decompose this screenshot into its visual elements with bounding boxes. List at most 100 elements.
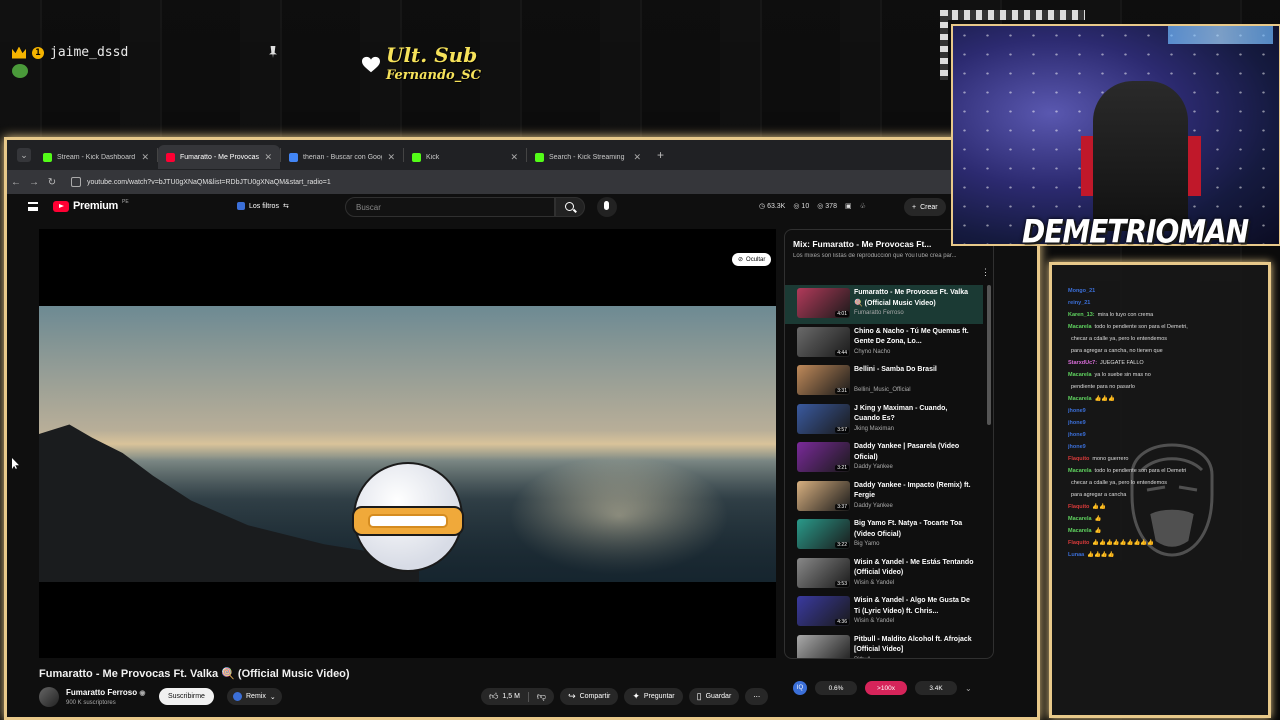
filters-button[interactable]: Los filtros ⇆ bbox=[237, 202, 289, 210]
chat-username[interactable]: jhone9 bbox=[1068, 408, 1086, 414]
playlist-duration: 4:44 bbox=[835, 349, 849, 356]
playlist-thumbnail: 3:31 bbox=[797, 365, 850, 395]
chat-username[interactable]: Flaquito bbox=[1068, 540, 1089, 546]
thumbs-down-icon[interactable]: 👎︎ bbox=[537, 691, 546, 702]
back-button[interactable]: ← bbox=[7, 177, 25, 188]
playlist-item-artist: Wisin & Yandel bbox=[854, 618, 895, 624]
playlist-item[interactable]: 4:36 Wisin & Yandel - Algo Me Gusta De Ti… bbox=[785, 593, 983, 632]
video-title: Fumaratto - Me Provocas Ft. Valka 🍭 (Off… bbox=[39, 668, 350, 680]
chat-username[interactable]: Karen_13: bbox=[1068, 312, 1095, 318]
playlist-item[interactable]: 4:44 Chino & Nacho - Tú Me Quemas ft. Gen… bbox=[785, 324, 983, 363]
playlist-items: 4:01 Fumaratto - Me Provocas Ft. Valka 🍭 … bbox=[785, 285, 985, 659]
ask-label: Preguntar bbox=[643, 693, 675, 700]
chat-username[interactable]: reiny_21 bbox=[1068, 300, 1090, 306]
search-icon[interactable] bbox=[555, 197, 585, 217]
playlist-item-title: Pitbull - Maldito Alcohol ft. Afrojack [… bbox=[854, 635, 972, 654]
chat-username[interactable]: Macarela bbox=[1068, 468, 1092, 474]
tab-close-icon[interactable]: ✕ bbox=[633, 152, 641, 163]
chat-username[interactable]: Flaquito bbox=[1068, 456, 1089, 462]
chat-username[interactable]: Macarela bbox=[1068, 396, 1092, 402]
playlist-item-artist: Pitbull bbox=[854, 657, 870, 659]
tab-search-button[interactable]: ⌄ bbox=[17, 148, 31, 162]
tab-close-icon[interactable]: ✕ bbox=[510, 152, 518, 163]
playlist-item[interactable]: 3:57 J King y Maximan - Cuando, Cuando Es… bbox=[785, 401, 983, 440]
footer-stat-3: 3.4K bbox=[915, 681, 957, 695]
channel-subscribers: 900 K suscriptores bbox=[66, 700, 116, 706]
chat-message: jhone9 bbox=[1068, 431, 1268, 439]
browser-tab[interactable]: therian - Buscar con Google ✕ bbox=[281, 145, 403, 169]
chat-username[interactable]: StarxdUc7: bbox=[1068, 360, 1097, 366]
chat-username[interactable]: jhone9 bbox=[1068, 432, 1086, 438]
chat-username[interactable]: Flaquito bbox=[1068, 504, 1089, 510]
channel-avatar[interactable] bbox=[39, 687, 59, 707]
microphone-icon[interactable] bbox=[597, 197, 617, 217]
forward-button[interactable]: → bbox=[25, 177, 43, 188]
reload-button[interactable]: ↻ bbox=[43, 177, 61, 188]
tab-close-icon[interactable]: ✕ bbox=[141, 152, 149, 163]
chat-text: mira lo tuyo con crema bbox=[1097, 312, 1154, 318]
tab-label: therian - Buscar con Google bbox=[303, 153, 383, 161]
chat-text: para agregar a cancha bbox=[1071, 492, 1127, 498]
url-field[interactable]: youtube.com/watch?v=bJTU0gXNaQM&list=RDb… bbox=[71, 177, 978, 187]
video-actions: 👍︎ 1,5 M 👎︎ ↪ Compartir ✦ Preguntar ▯ Gu… bbox=[481, 688, 769, 705]
playlist-thumbnail: 4:36 bbox=[797, 596, 850, 626]
hide-button[interactable]: ⊘ Ocultar bbox=[732, 253, 772, 266]
save-label: Guardar bbox=[705, 693, 732, 700]
playlist-item[interactable]: 3:53 Wisin & Yandel - Me Estás Tentando (… bbox=[785, 555, 983, 594]
tab-favicon-icon bbox=[43, 152, 52, 162]
chat-message: Mongo_21 bbox=[1068, 287, 1268, 295]
youtube-logo[interactable]: Premium PE bbox=[53, 199, 129, 212]
chat-username[interactable]: Mongo_21 bbox=[1068, 288, 1095, 294]
remix-button[interactable]: Remix ⌄ bbox=[227, 688, 282, 705]
search-input[interactable]: Buscar bbox=[345, 197, 555, 217]
chat-username[interactable]: Macarela bbox=[1068, 324, 1092, 330]
browser-tab[interactable]: Fumaratto - Me Provocas F ✕ bbox=[158, 145, 280, 169]
chat-message: jhone9 bbox=[1068, 407, 1268, 415]
browser-tab[interactable]: Stream - Kick Dashboard ✕ bbox=[35, 145, 157, 169]
playlist-item[interactable]: 3:22 Big Yamo Ft. Natya - Tocarte Toa (Vi… bbox=[785, 516, 983, 555]
chat-text: pendiente para no pasarlo bbox=[1071, 384, 1135, 390]
save-button[interactable]: ▯ Guardar bbox=[688, 688, 740, 705]
playlist-item-title: Fumaratto - Me Provocas Ft. Valka 🍭 (Off… bbox=[854, 289, 968, 307]
playlist-item[interactable]: 4:01 Fumaratto - Me Provocas Ft. Valka 🍭 … bbox=[785, 285, 983, 324]
playlist-item-artist: Chyno Nacho bbox=[854, 348, 891, 355]
tab-label: Stream - Kick Dashboard bbox=[57, 153, 136, 161]
menu-icon[interactable] bbox=[28, 202, 38, 211]
playlist-scrollbar[interactable] bbox=[987, 285, 991, 425]
site-info-icon[interactable] bbox=[71, 177, 81, 187]
extension-logo-icon[interactable]: IQ bbox=[793, 681, 807, 695]
extension-badge-icon[interactable]: ▣ bbox=[845, 202, 852, 210]
chat-message: Macarela todo lo pendiente son para el De… bbox=[1068, 467, 1268, 475]
playlist-item[interactable]: 3:21 Daddy Yankee | Pasarela (Video Ofici… bbox=[785, 439, 983, 478]
verified-icon: ◉ bbox=[139, 690, 146, 697]
subscribe-button[interactable]: Suscribirme bbox=[159, 688, 214, 705]
chat-username[interactable]: Lunaa bbox=[1068, 552, 1084, 558]
tab-close-icon[interactable]: ✕ bbox=[387, 152, 395, 163]
chat-username[interactable]: Macarela bbox=[1068, 516, 1092, 522]
video-player[interactable]: ⊘ Ocultar bbox=[39, 229, 776, 658]
header-stats: ◷ 63.3K ◎ 10 ◎ 378 ▣ ♧ bbox=[759, 202, 866, 210]
more-actions-button[interactable]: ⋯ bbox=[745, 688, 769, 705]
playlist-item[interactable]: 3:31 Bellini - Samba Do Brasil Bellini_Mus… bbox=[785, 362, 983, 401]
playlist-item-title: J King y Maximan - Cuando, Cuando Es? bbox=[854, 404, 948, 423]
create-button[interactable]: + Crear bbox=[904, 198, 946, 216]
browser-tab[interactable]: Kick ✕ bbox=[404, 145, 526, 169]
chat-username[interactable]: Macarela bbox=[1068, 528, 1092, 534]
ask-button[interactable]: ✦ Preguntar bbox=[624, 688, 683, 705]
more-vert-icon[interactable]: ⋮ bbox=[981, 267, 990, 278]
playlist-item[interactable]: 3:35 Pitbull - Maldito Alcohol ft. Afroja… bbox=[785, 632, 983, 659]
chat-username[interactable]: jhone9 bbox=[1068, 420, 1086, 426]
playlist-thumbnail: 4:01 bbox=[797, 288, 850, 318]
thumbs-up-icon: 👍︎ bbox=[489, 691, 499, 701]
like-button[interactable]: 👍︎ 1,5 M 👎︎ bbox=[481, 688, 555, 705]
browser-tab[interactable]: Search - Kick Streaming ✕ bbox=[527, 145, 649, 169]
chat-username[interactable]: Macarela bbox=[1068, 372, 1092, 378]
notifications-icon[interactable]: ♧ bbox=[860, 202, 866, 210]
new-tab-button[interactable]: + bbox=[657, 148, 664, 162]
tab-close-icon[interactable]: ✕ bbox=[264, 152, 272, 163]
share-button[interactable]: ↪ Compartir bbox=[560, 688, 619, 705]
chevron-down-icon[interactable]: ⌄ bbox=[965, 684, 972, 693]
chat-username[interactable]: jhone9 bbox=[1068, 444, 1086, 450]
playlist-item[interactable]: 3:37 Daddy Yankee - Impacto (Remix) ft. F… bbox=[785, 478, 983, 517]
channel-name[interactable]: Fumaratto Ferroso ◉ bbox=[66, 688, 145, 697]
